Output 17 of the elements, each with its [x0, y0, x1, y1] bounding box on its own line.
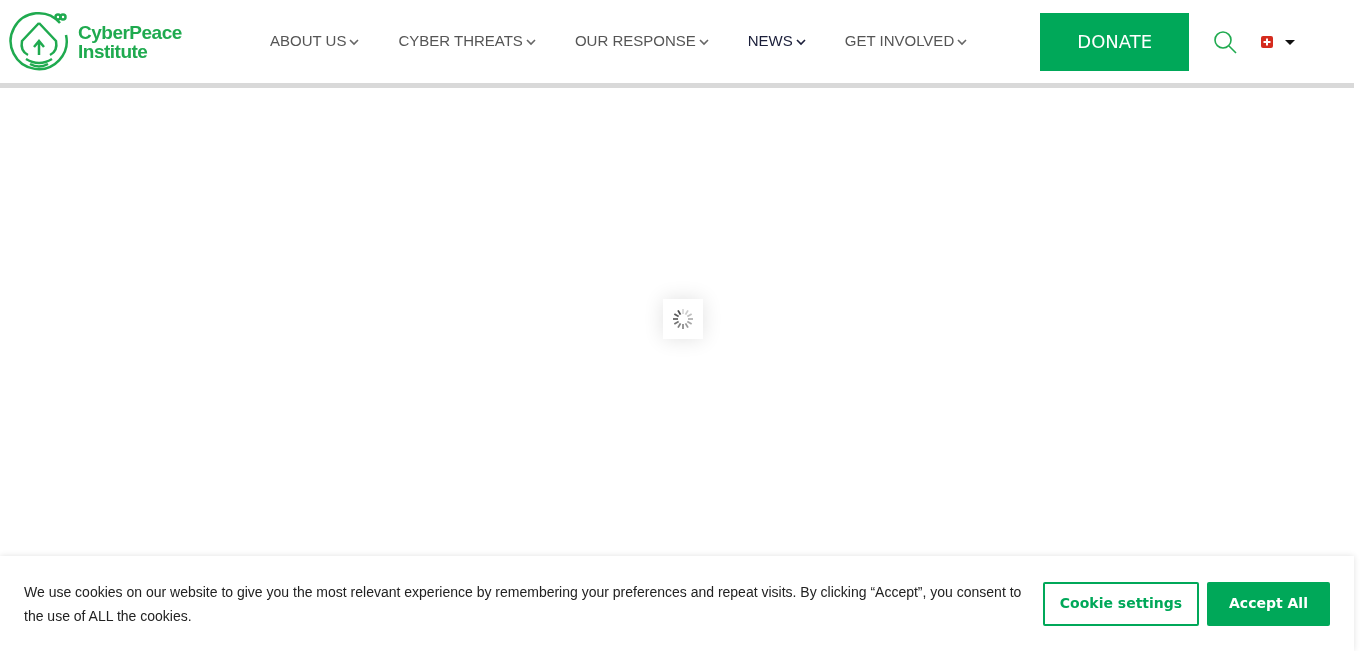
cookie-notice-text: We use cookies on our website to give you the most relevant experience by remembering your preferences and repeat visits. By clicking “Accept”, you consent to the use of ALL the cookies.: [24, 582, 1023, 626]
nav-menu-item[interactable]: GET INVOLVED: [844, 30, 968, 53]
logo-icon: [8, 10, 70, 73]
caret-icon: [795, 38, 806, 46]
language-selector-icon[interactable]: [1261, 35, 1298, 48]
caret-icon: [525, 38, 536, 46]
caret-icon: [349, 38, 360, 46]
loading-spinner-icon: [663, 299, 703, 339]
logo-text: CyberPeace: [78, 22, 182, 42]
caret-icon: [698, 38, 709, 46]
logo-text: Institute: [78, 41, 148, 61]
nav-menu-item[interactable]: ABOUT US: [270, 30, 360, 53]
nav-menu-item[interactable]: NEWS: [747, 30, 806, 53]
nav-menu-item[interactable]: CYBER THREATS: [398, 30, 536, 53]
caret-icon: [957, 38, 968, 46]
nav-menu-item[interactable]: OUR RESPONSE: [574, 30, 709, 53]
search-icon[interactable]: [1213, 29, 1238, 54]
